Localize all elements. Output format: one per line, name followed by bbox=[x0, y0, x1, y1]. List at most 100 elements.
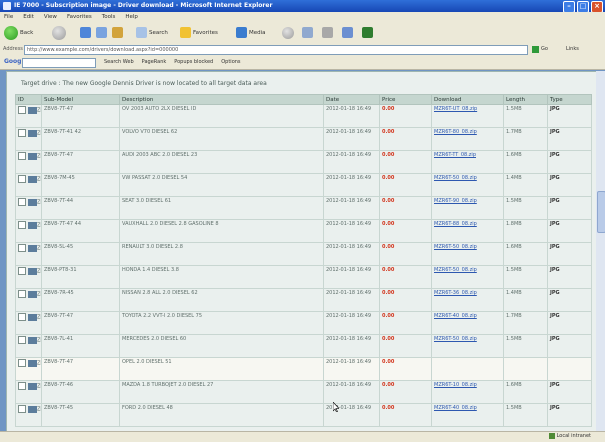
row-checkbox[interactable] bbox=[18, 152, 26, 160]
table-row[interactable]: ZBCZBV8-7T-45FORD 2.0 DIESEL 482012-01-1… bbox=[15, 403, 592, 427]
row-thumbnail bbox=[28, 290, 37, 298]
row-download-link[interactable]: MZR6T-40_08.zip bbox=[434, 313, 477, 319]
row-length: 1.5MB bbox=[503, 265, 548, 289]
menu-tools[interactable]: Tools bbox=[102, 12, 116, 22]
row-model: ZBV8-7T-44 bbox=[41, 196, 120, 220]
history-button[interactable] bbox=[282, 25, 294, 40]
row-id: ZBC bbox=[37, 291, 41, 298]
scrollbar-thumb[interactable] bbox=[597, 191, 605, 233]
row-thumbnail bbox=[28, 152, 37, 160]
table-row[interactable]: ZBCZBV8-7R-45NISSAN 2.8 ALL 2.0 DIESEL 6… bbox=[15, 288, 592, 312]
table-row[interactable]: ZBCZBV8-7T-47TOYOTA 2.2 VVT-I 2.0 DIESEL… bbox=[15, 311, 592, 335]
google-pagerank[interactable]: PageRank bbox=[142, 59, 167, 65]
table-row[interactable]: ZBCZBV8-7T-47OV 2003 AUTO 2LX DIESEL ID2… bbox=[15, 104, 592, 128]
row-checkbox[interactable] bbox=[18, 244, 26, 252]
search-button[interactable]: Search bbox=[136, 25, 168, 40]
row-id: ZBV bbox=[37, 130, 41, 137]
vertical-scrollbar[interactable] bbox=[596, 71, 605, 431]
table-row[interactable]: ZBVZBV8-7T-41 42VOLVO V70 DIESEL 622012-… bbox=[15, 127, 592, 151]
go-button[interactable]: Go bbox=[532, 45, 560, 54]
menu-favorites[interactable]: Favorites bbox=[67, 12, 92, 22]
menu-help[interactable]: Help bbox=[125, 12, 138, 22]
mail-button[interactable] bbox=[302, 25, 313, 40]
row-checkbox[interactable] bbox=[18, 198, 26, 206]
edit-button[interactable] bbox=[342, 25, 353, 40]
home-icon bbox=[112, 27, 123, 38]
row-model: ZBV8-7R-45 bbox=[41, 288, 120, 312]
search-icon bbox=[136, 27, 147, 38]
row-checkbox[interactable] bbox=[18, 313, 26, 321]
google-search-input[interactable] bbox=[22, 58, 96, 68]
messenger-button[interactable] bbox=[362, 25, 373, 40]
row-thumbnail bbox=[28, 175, 37, 183]
row-download-link[interactable]: MZR6T-50_08.zip bbox=[434, 244, 477, 250]
media-button[interactable]: Media bbox=[236, 25, 266, 40]
row-checkbox[interactable] bbox=[18, 382, 26, 390]
table-row[interactable]: ZBCZBV8-5L-45RENAULT 3.0 DIESEL 2.82012-… bbox=[15, 242, 592, 266]
row-description: SEAT 3.0 DIESEL 61 bbox=[119, 196, 324, 220]
row-download-link[interactable]: MZR6T-40_08.zip bbox=[434, 405, 477, 411]
row-download-link[interactable]: MZR6T-TT_08.zip bbox=[434, 152, 476, 158]
row-model: ZBV8-7T-46 bbox=[41, 380, 120, 404]
row-type: JPG bbox=[547, 242, 592, 266]
row-checkbox[interactable] bbox=[18, 290, 26, 298]
row-date: 2012-01-18 16:49 bbox=[323, 403, 380, 427]
row-date: 2012-01-18 16:49 bbox=[323, 242, 380, 266]
table-row[interactable]: ZBCZBV8-7T-44SEAT 3.0 DIESEL 612012-01-1… bbox=[15, 196, 592, 220]
row-model: ZBV8-PT8-31 bbox=[41, 265, 120, 289]
google-search-web[interactable]: Search Web bbox=[104, 59, 134, 65]
menu-edit[interactable]: Edit bbox=[23, 12, 34, 22]
refresh-button[interactable] bbox=[96, 25, 107, 40]
row-download-link[interactable]: MZR6T-88_08.zip bbox=[434, 221, 477, 227]
row-checkbox[interactable] bbox=[18, 359, 26, 367]
back-button[interactable]: Back bbox=[4, 25, 33, 40]
table-row[interactable]: ZBCZBV8-7T-47OPEL 2.0 DIESEL 512012-01-1… bbox=[15, 357, 592, 381]
row-download-link[interactable]: MZR6T-36_08.zip bbox=[434, 290, 477, 296]
google-options[interactable]: Options bbox=[221, 59, 240, 65]
favorites-button[interactable]: Favorites bbox=[180, 25, 218, 40]
table-row[interactable]: ZBCZBV8-7L-41MERCEDES 2.0 DIESEL 602012-… bbox=[15, 334, 592, 358]
row-checkbox[interactable] bbox=[18, 267, 26, 275]
forward-button[interactable] bbox=[52, 25, 66, 40]
row-download-link[interactable]: MZR6T-10_08.zip bbox=[434, 382, 477, 388]
row-checkbox[interactable] bbox=[18, 129, 26, 137]
row-checkbox[interactable] bbox=[18, 175, 26, 183]
row-checkbox[interactable] bbox=[18, 106, 26, 114]
row-download-link[interactable]: MZR6T-50_08.zip bbox=[434, 267, 477, 273]
row-description: NISSAN 2.8 ALL 2.0 DIESEL 62 bbox=[119, 288, 324, 312]
page-notice: Target drive : The new Google Dennis Dri… bbox=[21, 80, 267, 87]
table-row[interactable]: ZBCZBV8-7T-46MAZDA 1.8 TURBOJET 2.0 DIES… bbox=[15, 380, 592, 404]
row-download-link[interactable]: MZR6T-80_08.zip bbox=[434, 129, 477, 135]
row-checkbox[interactable] bbox=[18, 336, 26, 344]
row-thumbnail bbox=[28, 106, 37, 114]
row-id: ZBC bbox=[37, 337, 41, 344]
row-download-link[interactable]: MZR6T-UT_08.zip bbox=[434, 106, 477, 112]
row-checkbox[interactable] bbox=[18, 405, 26, 413]
home-button[interactable] bbox=[112, 25, 123, 40]
table-row[interactable]: ZBCZBV8-7T-47AUDI 2003 ABC 2.0 DIESEL 23… bbox=[15, 150, 592, 174]
table-row[interactable]: ZBVZBV8-PT8-31HONDA 1.4 DIESEL 3.82012-0… bbox=[15, 265, 592, 289]
row-checkbox[interactable] bbox=[18, 221, 26, 229]
row-download-link[interactable]: MZR6T-50_08.zip bbox=[434, 336, 477, 342]
row-download-link[interactable]: MZR6T-90_08.zip bbox=[434, 198, 477, 204]
stop-button[interactable] bbox=[80, 25, 91, 40]
row-download-link[interactable]: MZR6T-50_08.zip bbox=[434, 175, 477, 181]
google-popups-blocked[interactable]: Popups blocked bbox=[174, 59, 213, 65]
edit-icon bbox=[342, 27, 353, 38]
messenger-icon bbox=[362, 27, 373, 38]
links-button[interactable]: Links bbox=[566, 46, 579, 52]
ie-icon bbox=[3, 2, 11, 10]
col-type: Type bbox=[547, 94, 592, 105]
row-length bbox=[503, 357, 548, 381]
row-length: 1.6MB bbox=[503, 380, 548, 404]
address-input[interactable]: http://www.example.com/drivers/download.… bbox=[24, 45, 528, 55]
print-button[interactable] bbox=[322, 25, 333, 40]
row-description: FORD 2.0 DIESEL 48 bbox=[119, 403, 324, 427]
google-toolbar: Google Search Web PageRank Popups blocke… bbox=[0, 56, 605, 70]
menu-view[interactable]: View bbox=[44, 12, 57, 22]
table-row[interactable]: ZBCZBV8-7M-45VW PASSAT 2.0 DIESEL 542012… bbox=[15, 173, 592, 197]
row-model: ZBV8-7T-47 bbox=[41, 357, 120, 381]
row-thumbnail bbox=[28, 382, 37, 390]
menu-file[interactable]: File bbox=[4, 12, 13, 22]
table-row[interactable]: ZBCZBV8-7T-47 44VAUXHALL 2.0 DIESEL 2.8 … bbox=[15, 219, 592, 243]
